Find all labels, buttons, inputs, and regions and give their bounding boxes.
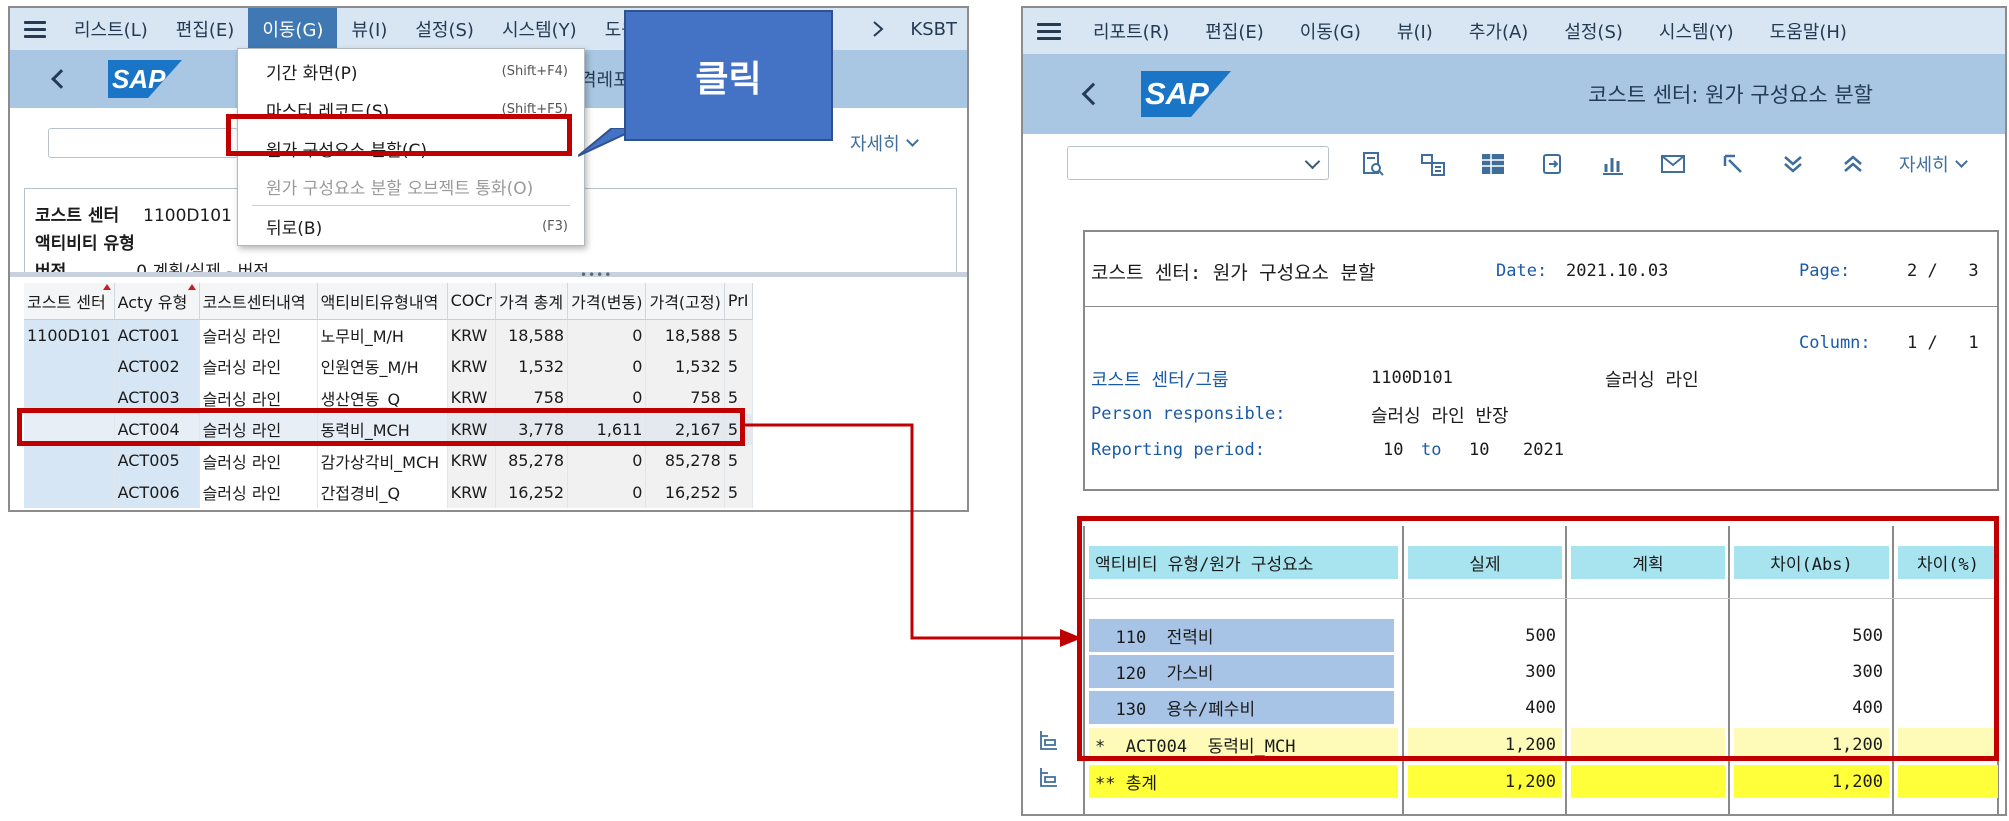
menu-goto[interactable]: 이동(G) <box>248 8 338 50</box>
period-to: 10 <box>1469 440 1490 460</box>
system-id-label: KSBT <box>910 18 957 40</box>
chevron-down-icon <box>905 134 919 147</box>
reporting-period-label: Reporting period: <box>1091 440 1265 460</box>
expand-row-icon[interactable] <box>1037 728 1061 752</box>
col-header-activity-desc[interactable]: 액티비티유형내역 <box>317 283 448 320</box>
menu-report[interactable]: 리포트(R) <box>1075 8 1187 54</box>
menu-system[interactable]: 시스템(Y) <box>1641 8 1752 54</box>
activity-type-header-line: 액티비티 유형 <box>35 234 135 254</box>
sap-logo: SAP <box>1141 71 1231 117</box>
splitter-sash[interactable] <box>10 272 967 277</box>
sort-indicator-icon <box>102 284 111 290</box>
date-value: 2021.10.03 <box>1566 261 1669 281</box>
cost-center-name: 슬러싱 라인 <box>1605 370 1699 391</box>
scroll-bottom-icon[interactable] <box>1773 146 1813 182</box>
mail-icon[interactable] <box>1653 146 1693 182</box>
menu-item-back[interactable]: 뒤로(B) (F3) <box>238 207 584 245</box>
person-responsible-value: 슬러싱 라인 반장 <box>1371 406 1509 427</box>
header-divider <box>1085 306 1997 307</box>
menu-item-period-screen[interactable]: 기간 화면(P) (Shift+F4) <box>238 52 584 90</box>
column-label: Column: <box>1799 333 1871 353</box>
menu-settings[interactable]: 설정(S) <box>401 8 488 50</box>
click-callout: 클릭 <box>624 10 833 141</box>
date-label: Date: <box>1496 261 1548 281</box>
chevron-right-icon[interactable] <box>872 20 884 38</box>
col-header-cost-center-desc[interactable]: 코스트센터내역 <box>199 283 318 320</box>
right-more-button[interactable]: 자세히 <box>1899 146 1968 182</box>
left-variant-combo[interactable] <box>48 128 238 158</box>
menu-system[interactable]: 시스템(Y) <box>488 8 591 50</box>
col-header-activity-type[interactable]: Acty 유형 <box>114 283 200 320</box>
cost-center-value: 1100D101 <box>1371 368 1453 388</box>
table-row[interactable]: ACT005 슬러싱 라인 감가상각비_MCH KRW 85,278 0 85,… <box>24 445 753 477</box>
report-title: 코스트 센터: 원가 구성요소 분할 <box>1091 262 1376 284</box>
menu-separator <box>252 205 570 206</box>
sort-indicator-icon <box>187 284 196 290</box>
highlight-selected-row-box <box>17 408 745 446</box>
table-row[interactable]: ACT002 슬러싱 라인 인원연동_M/H KRW 1,532 0 1,532… <box>24 350 753 382</box>
menu-goto[interactable]: 이동(G) <box>1282 8 1379 54</box>
page-title: 코스트 센터: 원가 구성요소 분할 <box>1588 83 1873 107</box>
export-icon[interactable] <box>1413 146 1453 182</box>
select-pointer-icon[interactable] <box>1713 146 1753 182</box>
highlight-cost-component-box <box>1077 516 1999 761</box>
person-responsible-label: Person responsible: <box>1091 404 1286 424</box>
sap-logo: SAP <box>108 60 182 98</box>
menu-settings[interactable]: 설정(S) <box>1546 8 1641 54</box>
table-row[interactable]: 1100D101 ACT001 슬러싱 라인 노무비_M/H KRW 18,58… <box>24 319 753 351</box>
menu-extras[interactable]: 추가(A) <box>1451 8 1546 54</box>
menu-hamburger-icon[interactable] <box>1023 19 1075 44</box>
menu-help[interactable]: 도움말(H) <box>1752 8 1865 54</box>
menu-edit[interactable]: 편집(E) <box>162 8 249 50</box>
table-row[interactable]: ACT006 슬러싱 라인 간접경비_Q KRW 16,252 0 16,252… <box>24 476 753 508</box>
col-header-pri[interactable]: PrI <box>724 283 753 320</box>
scroll-top-icon[interactable] <box>1833 146 1873 182</box>
find-icon[interactable] <box>1353 146 1393 182</box>
right-titlebar: SAP 코스트 센터: 원가 구성요소 분할 <box>1023 54 2005 134</box>
col-header-price-total[interactable]: 가격 총계 <box>495 283 569 320</box>
right-menubar: 리포트(R) 편집(E) 이동(G) 뷰(I) 추가(A) 설정(S) 시스템(… <box>1023 8 2005 54</box>
price-grid: 코스트 센터 Acty 유형 코스트센터내역 액티비티유형내역 COCr 가격 … <box>24 283 753 508</box>
chevron-down-icon <box>1954 155 1968 168</box>
col-header-price-fixed[interactable]: 가격(고정) <box>645 283 725 320</box>
left-more-button[interactable]: 자세히 <box>850 130 919 156</box>
highlight-menu-item-box <box>226 114 572 156</box>
back-chevron-icon[interactable] <box>51 69 71 89</box>
report-toolbar-icons: 자세히 <box>1353 146 1968 182</box>
period-to-word: to <box>1421 440 1442 460</box>
menu-hamburger-icon[interactable] <box>10 17 60 42</box>
col-header-currency[interactable]: COCr <box>447 283 497 320</box>
menu-item-cost-component-split-object-currency: 원가 구성요소 분할 오브젝트 통화(O) <box>266 178 534 199</box>
menu-edit[interactable]: 편집(E) <box>1187 8 1282 54</box>
report-header-box: 코스트 센터: 원가 구성요소 분할 Date: 2021.10.03 Page… <box>1083 230 1999 491</box>
swap-icon[interactable] <box>1533 146 1573 182</box>
menu-view[interactable]: 뷰(I) <box>337 8 401 50</box>
chevron-down-icon <box>1304 153 1321 170</box>
page-label: Page: <box>1799 261 1851 281</box>
right-variant-combo[interactable] <box>1067 146 1329 180</box>
period-year: 2021 <box>1523 440 1564 460</box>
page-value: 2 / 3 <box>1907 261 1979 281</box>
col-header-price-variable[interactable]: 가격(변동) <box>567 283 647 320</box>
back-chevron-icon[interactable] <box>1081 82 1105 106</box>
menu-list[interactable]: 리스트(L) <box>60 8 162 50</box>
menu-view[interactable]: 뷰(I) <box>1379 8 1451 54</box>
period-from: 10 <box>1383 440 1404 460</box>
cost-center-group-label: 코스트 센터/그룹 <box>1091 370 1229 391</box>
col-header-cost-center[interactable]: 코스트 센터 <box>24 283 115 320</box>
splitter-grip-icon[interactable]: •••• <box>580 268 612 282</box>
table-layout-icon[interactable] <box>1473 146 1513 182</box>
cost-center-header-line: 코스트 센터 1100D101 <box>35 206 232 226</box>
column-value: 1 / 1 <box>1907 333 1979 353</box>
chart-icon[interactable] <box>1593 146 1633 182</box>
left-title-fragment: 격레포 <box>580 70 630 91</box>
expand-row-icon[interactable] <box>1037 765 1061 789</box>
